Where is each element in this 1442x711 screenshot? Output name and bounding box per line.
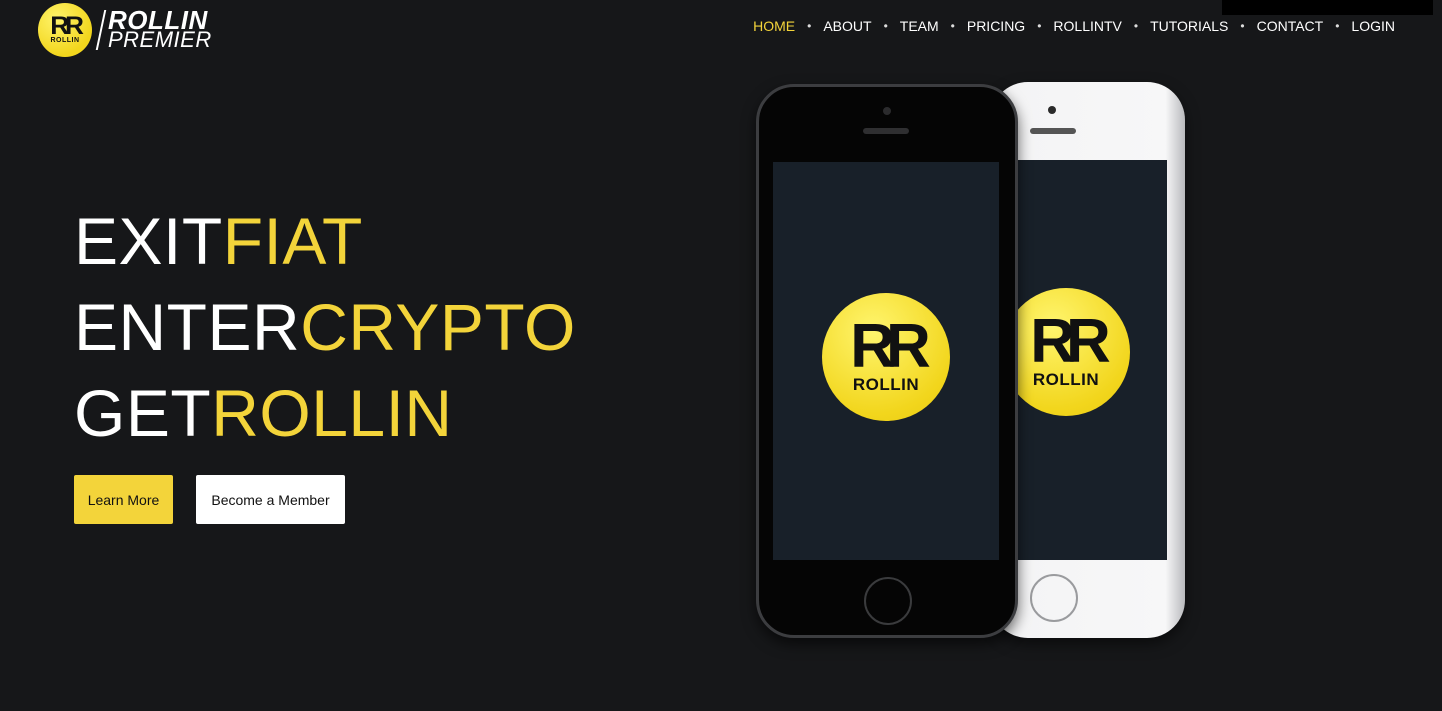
app-logo-mark: RR [1030, 307, 1111, 376]
phone-camera [883, 107, 891, 115]
phone-home-button [1030, 574, 1078, 622]
nav-separator: • [1335, 19, 1340, 33]
main-nav: HOME • ABOUT • TEAM • PRICING • ROLLINTV… [751, 18, 1397, 34]
hero-line-3-yellow: ROLLIN [211, 376, 453, 450]
hero-line-1-yellow: FIAT [222, 204, 363, 278]
hero-line-2-white: ENTER [74, 290, 301, 364]
app-logo-mark: RR [850, 312, 931, 381]
logo-text-line2: PREMIER [108, 27, 212, 52]
rollin-app-logo-icon: RR ROLLIN [822, 293, 950, 421]
nav-separator: • [883, 19, 888, 33]
nav-separator: • [807, 19, 812, 33]
nav-separator: • [950, 19, 955, 33]
logo-divider [95, 10, 107, 50]
hero-line-1-white: EXIT [74, 204, 223, 278]
hero-line-1: EXITFIAT [74, 198, 576, 284]
nav-team[interactable]: TEAM [898, 18, 941, 34]
hero-line-2-yellow: CRYPTO [300, 290, 576, 364]
nav-separator: • [1240, 19, 1245, 33]
phone-screen: RR ROLLIN [1002, 160, 1167, 560]
hero-line-3: GETROLLIN [74, 370, 576, 456]
hero-buttons: Learn More Become a Member [74, 475, 345, 524]
hero-line-3-white: GET [74, 376, 212, 450]
nav-about[interactable]: ABOUT [821, 18, 873, 34]
nav-login[interactable]: LOGIN [1349, 18, 1397, 34]
top-black-box [1222, 0, 1433, 15]
phone-camera [1048, 106, 1056, 114]
nav-home[interactable]: HOME [751, 18, 797, 34]
nav-rollintv[interactable]: ROLLINTV [1051, 18, 1123, 34]
phone-home-button [864, 577, 912, 625]
become-member-button[interactable]: Become a Member [196, 475, 345, 524]
site-logo[interactable]: RR ROLLIN ROLLIN PREMIER [38, 3, 212, 57]
logo-badge-icon: RR ROLLIN [38, 3, 92, 57]
nav-pricing[interactable]: PRICING [965, 18, 1027, 34]
rollin-app-logo-icon: RR ROLLIN [1002, 288, 1130, 416]
nav-separator: • [1037, 19, 1042, 33]
hero-headline: EXITFIAT ENTERCRYPTO GETROLLIN [74, 198, 576, 456]
app-logo-sub: ROLLIN [852, 375, 920, 394]
nav-contact[interactable]: CONTACT [1255, 18, 1326, 34]
phone-speaker [1030, 128, 1076, 134]
learn-more-button[interactable]: Learn More [74, 475, 173, 524]
phone-screen: RR ROLLIN [773, 162, 999, 560]
nav-tutorials[interactable]: TUTORIALS [1148, 18, 1230, 34]
logo-badge-mark: RR [50, 12, 84, 40]
hero-line-2: ENTERCRYPTO [74, 284, 576, 370]
phone-speaker [863, 128, 909, 134]
white-phone-image: RR ROLLIN [990, 82, 1185, 638]
app-logo-sub: ROLLIN [1032, 370, 1100, 389]
nav-separator: • [1133, 19, 1139, 33]
logo-text: ROLLIN PREMIER [108, 7, 212, 52]
black-phone-image: RR ROLLIN [756, 84, 1018, 638]
